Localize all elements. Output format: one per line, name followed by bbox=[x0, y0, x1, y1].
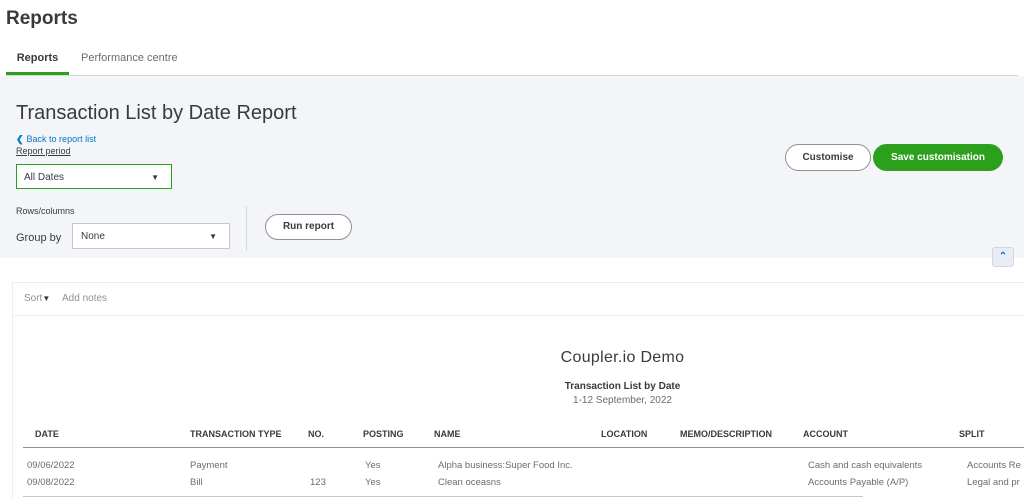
report-period-select[interactable]: All Dates ▼ bbox=[16, 164, 172, 189]
report-period-label: Report period bbox=[16, 146, 71, 156]
add-notes-link[interactable]: Add notes bbox=[62, 293, 107, 304]
collapse-panel-button[interactable]: ⌃ bbox=[992, 247, 1014, 267]
tab-performance-centre[interactable]: Performance centre bbox=[81, 52, 178, 72]
chevron-left-icon: ❮ bbox=[16, 134, 24, 144]
customise-button[interactable]: Customise bbox=[785, 144, 871, 171]
rows-columns-label: Rows/columns bbox=[16, 206, 75, 216]
sort-label: Sort bbox=[24, 293, 43, 304]
caret-down-icon: ▼ bbox=[151, 173, 159, 182]
cell-transaction-type[interactable]: Bill bbox=[190, 477, 203, 488]
group-by-select[interactable]: None ▼ bbox=[72, 223, 230, 249]
column-header-no[interactable]: NO. bbox=[308, 429, 324, 439]
column-header-posting[interactable]: POSTING bbox=[363, 429, 404, 439]
report-toolbar: Sort▼ Add notes bbox=[13, 283, 1024, 316]
report-date-range: 1-12 September, 2022 bbox=[573, 395, 672, 406]
back-link-label: Back to report list bbox=[26, 134, 97, 144]
column-header-location[interactable]: LOCATION bbox=[601, 429, 647, 439]
report-card: Sort▼ Add notes Coupler.io Demo Transact… bbox=[12, 282, 1024, 498]
cell-account: Cash and cash equivalents bbox=[808, 460, 923, 471]
cell-split: Legal and pr bbox=[967, 477, 1020, 488]
company-name: Coupler.io Demo bbox=[560, 349, 685, 366]
sort-button[interactable]: Sort▼ bbox=[24, 293, 50, 304]
column-header-split[interactable]: SPLIT bbox=[959, 429, 985, 439]
report-period-value: All Dates bbox=[24, 172, 65, 183]
chevron-up-icon: ⌃ bbox=[998, 251, 1008, 262]
back-to-report-list-link[interactable]: ❮ Back to report list bbox=[16, 134, 96, 145]
cell-posting: Yes bbox=[365, 477, 381, 488]
cell-transaction-type[interactable]: Payment bbox=[190, 460, 228, 471]
column-header-transaction-type[interactable]: TRANSACTION TYPE bbox=[190, 429, 282, 439]
divider bbox=[246, 206, 247, 251]
cell-date: 09/08/2022 bbox=[27, 477, 75, 488]
report-title: Transaction List by Date Report bbox=[16, 102, 297, 124]
column-header-memo-description[interactable]: MEMO/DESCRIPTION bbox=[680, 429, 772, 439]
report-settings-panel: Transaction List by Date Report ❮ Back to… bbox=[0, 76, 1024, 258]
report-name: Transaction List by Date bbox=[564, 381, 681, 392]
column-header-date[interactable]: DATE bbox=[35, 429, 59, 439]
horizontal-scrollbar[interactable] bbox=[23, 496, 863, 497]
page-title: Reports bbox=[6, 8, 78, 29]
tab-reports[interactable]: Reports bbox=[6, 52, 69, 75]
run-report-button[interactable]: Run report bbox=[265, 214, 352, 240]
group-by-label: Group by bbox=[16, 232, 62, 244]
cell-account: Accounts Payable (A/P) bbox=[808, 477, 909, 488]
cell-name: Alpha business:Super Food Inc. bbox=[438, 460, 573, 471]
column-header-name[interactable]: NAME bbox=[434, 429, 461, 439]
cell-posting: Yes bbox=[365, 460, 381, 471]
group-by-value: None bbox=[81, 231, 105, 242]
cell-no: 123 bbox=[310, 477, 326, 488]
cell-date: 09/06/2022 bbox=[27, 460, 75, 471]
cell-name: Clean oceasns bbox=[438, 477, 501, 488]
caret-down-icon: ▼ bbox=[42, 294, 51, 303]
cell-split: Accounts Re bbox=[967, 460, 1021, 471]
column-header-account[interactable]: ACCOUNT bbox=[803, 429, 848, 439]
save-customisation-button[interactable]: Save customisation bbox=[873, 144, 1003, 171]
header-divider bbox=[23, 447, 1024, 448]
caret-down-icon: ▼ bbox=[209, 232, 217, 241]
tab-bar: Reports Performance centre bbox=[6, 52, 1018, 76]
